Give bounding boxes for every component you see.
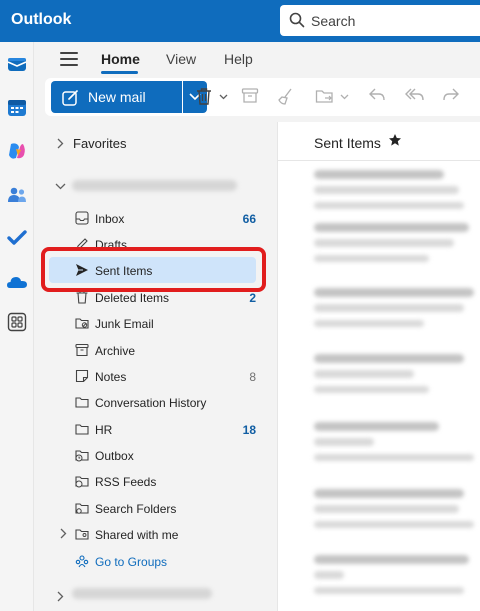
- folder-junk-email[interactable]: Junk Email: [49, 310, 256, 336]
- folder-icon: [75, 424, 89, 435]
- archive-icon: [75, 343, 89, 357]
- folder-conversation-history[interactable]: Conversation History: [49, 389, 256, 415]
- move-to-folder-icon[interactable]: [315, 87, 335, 105]
- folder-label: Conversation History: [95, 396, 207, 410]
- folder-label: Shared with me: [95, 528, 179, 542]
- search-folder-icon: [75, 503, 89, 514]
- copilot-icon[interactable]: [7, 141, 27, 161]
- junk-icon: [75, 318, 89, 329]
- shared-icon: [75, 529, 89, 540]
- folder-hr[interactable]: HR 18: [49, 416, 256, 442]
- search-box[interactable]: Search: [280, 5, 480, 36]
- tab-view[interactable]: View: [166, 51, 196, 67]
- reply-all-icon[interactable]: [405, 87, 425, 103]
- chevron-down-icon[interactable]: [55, 183, 66, 190]
- folder-label: Inbox: [95, 212, 125, 226]
- folder-icon: [75, 397, 89, 408]
- folder-notes[interactable]: Notes 8: [49, 363, 256, 389]
- favorites-header[interactable]: Favorites: [73, 136, 126, 151]
- search-icon: [289, 12, 305, 28]
- message-list: Sent Items: [277, 122, 480, 611]
- sweep-icon[interactable]: [277, 87, 295, 106]
- onedrive-icon[interactable]: [7, 272, 27, 292]
- folder-label: Search Folders: [95, 502, 177, 516]
- groups-icon: [75, 555, 89, 568]
- message-item-redacted[interactable]: [278, 215, 480, 277]
- folder-inbox[interactable]: Inbox 66: [49, 205, 256, 231]
- item-count: 8: [249, 370, 256, 384]
- message-list-title: Sent Items: [314, 135, 381, 151]
- divider: [278, 160, 480, 161]
- folder-pane: Favorites Inbox 66 Drafts Sent Items Del…: [45, 122, 277, 611]
- tab-help[interactable]: Help: [224, 51, 253, 67]
- folder-label: Deleted Items: [95, 291, 170, 305]
- new-mail-button[interactable]: New mail: [51, 81, 182, 113]
- reply-icon[interactable]: [368, 87, 386, 103]
- notes-icon: [75, 369, 89, 383]
- unread-count: 2: [249, 291, 256, 305]
- ribbon-toolbar: New mail: [45, 78, 480, 116]
- forward-icon[interactable]: [442, 87, 460, 103]
- message-item-redacted[interactable]: [278, 414, 480, 476]
- app-rail: [0, 42, 34, 611]
- chevron-right-icon[interactable]: [57, 591, 64, 602]
- folder-label: Go to Groups: [95, 555, 168, 569]
- go-to-groups-link[interactable]: Go to Groups: [49, 548, 256, 574]
- folder-label: Outbox: [95, 449, 134, 463]
- folder-archive[interactable]: Archive: [49, 337, 256, 363]
- active-tab-indicator: [101, 71, 138, 74]
- message-item-redacted[interactable]: [278, 547, 480, 609]
- calendar-icon[interactable]: [7, 98, 27, 118]
- outbox-icon: [75, 450, 89, 462]
- people-icon[interactable]: [7, 185, 27, 205]
- search-input[interactable]: Search: [311, 13, 355, 29]
- sent-items-highlight-box: [41, 247, 266, 292]
- account-email-redacted[interactable]: [72, 180, 237, 191]
- unread-count: 66: [242, 212, 256, 226]
- message-item-redacted[interactable]: [278, 280, 480, 342]
- mail-icon[interactable]: [7, 54, 27, 74]
- chevron-right-icon[interactable]: [57, 138, 64, 149]
- new-mail-label: New mail: [88, 89, 146, 105]
- folder-label: Notes: [95, 370, 127, 384]
- folder-search-folders[interactable]: Search Folders: [49, 495, 256, 521]
- second-account-redacted[interactable]: [72, 588, 212, 599]
- folder-shared-with-me[interactable]: Shared with me: [49, 521, 256, 547]
- folder-label: Junk Email: [95, 317, 154, 331]
- apps-icon[interactable]: [7, 312, 27, 332]
- delete-icon[interactable]: [195, 87, 213, 106]
- folder-label: Archive: [95, 344, 136, 358]
- unread-count: 18: [242, 423, 256, 437]
- hamburger-menu-icon[interactable]: [60, 52, 78, 66]
- delete-dropdown-chevron-icon[interactable]: [219, 94, 228, 100]
- folder-label: RSS Feeds: [95, 475, 157, 489]
- folder-rss-feeds[interactable]: RSS Feeds: [49, 468, 256, 494]
- trash-icon: [76, 290, 88, 304]
- folder-outbox[interactable]: Outbox: [49, 442, 256, 468]
- tab-home[interactable]: Home: [101, 51, 140, 67]
- compose-icon: [62, 90, 78, 106]
- archive-icon[interactable]: [241, 87, 259, 105]
- message-item-redacted[interactable]: [278, 346, 480, 408]
- move-dropdown-chevron-icon[interactable]: [340, 94, 349, 100]
- todo-icon[interactable]: [7, 228, 27, 248]
- message-item-redacted[interactable]: [278, 481, 480, 543]
- app-title[interactable]: Outlook: [11, 11, 71, 29]
- top-bar: Outlook Search: [0, 0, 480, 42]
- rss-icon: [75, 476, 89, 488]
- folder-label: HR: [95, 423, 113, 437]
- favorite-star-icon[interactable]: [388, 133, 402, 147]
- inbox-icon: [75, 211, 89, 225]
